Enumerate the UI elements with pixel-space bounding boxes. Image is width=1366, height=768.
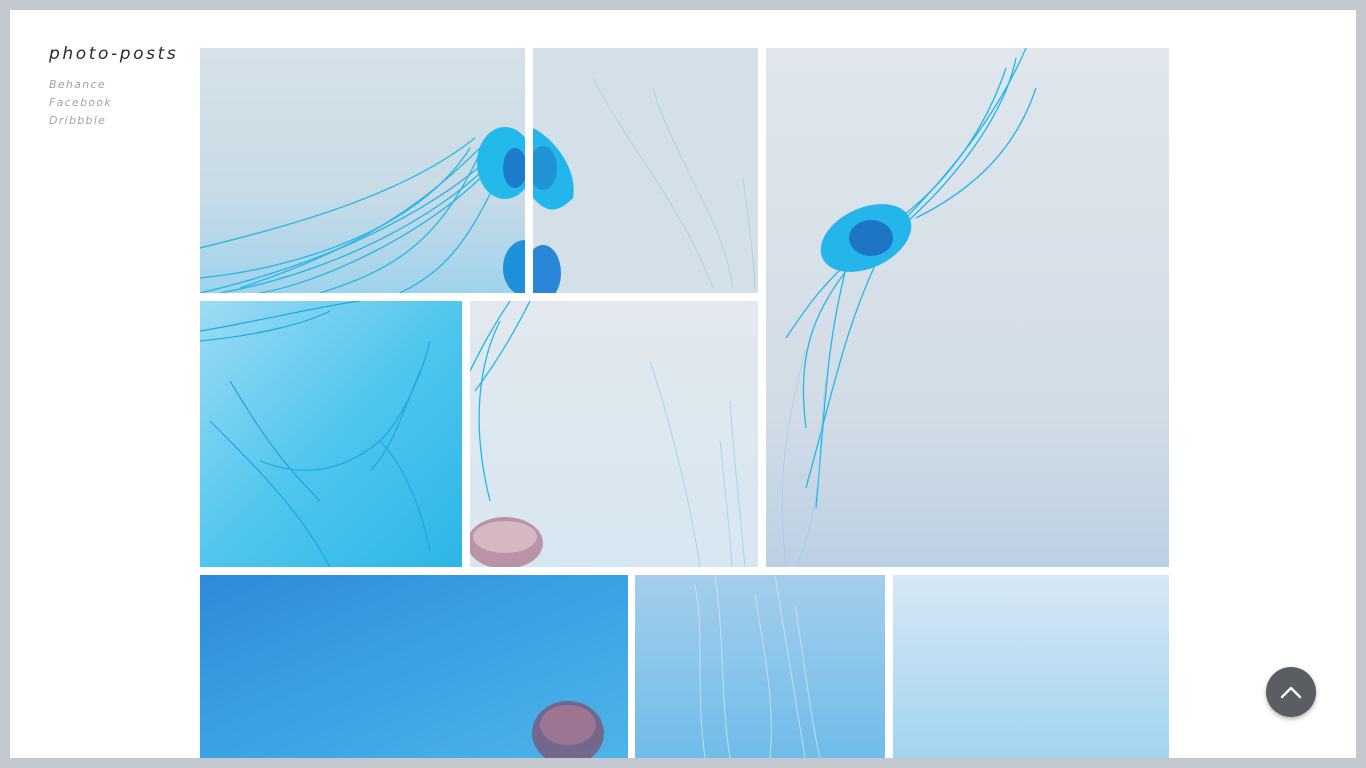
social-link-item: Facebook	[49, 93, 189, 111]
facebook-link[interactable]: Facebook	[49, 96, 112, 109]
photo-tile[interactable]	[200, 48, 525, 293]
jellyfish-photo	[200, 575, 628, 758]
dribbble-link[interactable]: Dribbble	[49, 114, 106, 127]
social-links: Behance Facebook Dribbble	[49, 75, 189, 129]
photo-tile[interactable]	[635, 575, 885, 758]
photo-tile[interactable]	[470, 301, 758, 567]
jellyfish-photo	[533, 48, 758, 293]
sidebar: photo-posts Behance Facebook Dribbble	[49, 44, 189, 129]
jellyfish-photo	[893, 575, 1169, 758]
chevron-up-icon	[1280, 686, 1302, 699]
jellyfish-photo	[635, 575, 885, 758]
photo-tile[interactable]	[200, 575, 628, 758]
scroll-to-top-button[interactable]	[1266, 667, 1316, 717]
page-frame: photo-posts Behance Facebook Dribbble	[10, 10, 1356, 758]
social-link-item: Behance	[49, 75, 189, 93]
photo-tile[interactable]	[893, 575, 1169, 758]
photo-tile[interactable]	[533, 48, 758, 293]
jellyfish-photo	[200, 48, 525, 293]
site-title[interactable]: photo-posts	[49, 44, 189, 64]
jellyfish-photo	[200, 301, 462, 567]
photo-tile[interactable]	[766, 48, 1169, 567]
behance-link[interactable]: Behance	[49, 78, 106, 91]
jellyfish-photo	[470, 301, 758, 567]
jellyfish-photo	[766, 48, 1169, 567]
social-link-item: Dribbble	[49, 111, 189, 129]
photo-tile[interactable]	[200, 301, 462, 567]
